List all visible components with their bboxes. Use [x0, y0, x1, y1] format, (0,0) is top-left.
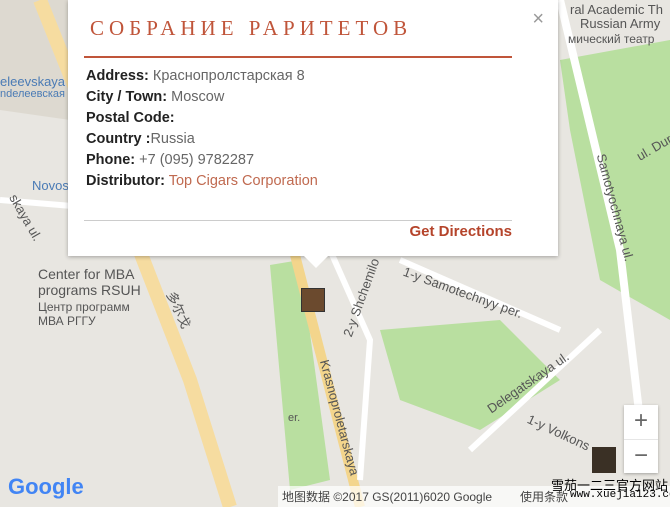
info-window: СОБРАНИЕ РАРИТЕТОВ × Address: Краснопрол…: [68, 0, 558, 268]
map-label: мический театр: [568, 32, 655, 46]
map-label: er.: [288, 412, 301, 424]
divider: [84, 56, 512, 58]
map-label: Novos: [32, 178, 69, 193]
map-label: Центр программ: [38, 300, 130, 314]
map-label: ndелеевская: [0, 88, 65, 100]
zoom-out-button[interactable]: −: [624, 440, 658, 474]
postal-row: Postal Code:: [86, 110, 175, 126]
get-directions-link[interactable]: Get Directions: [409, 223, 512, 240]
zoom-in-button[interactable]: +: [624, 405, 658, 440]
map-label: Russian Army: [580, 16, 661, 31]
watermark-url: www.xuejia123.com: [570, 489, 670, 501]
phone-row: Phone: +7 (095) 9782287: [86, 152, 255, 168]
store-marker[interactable]: [301, 288, 325, 312]
distributor-row: Distributor: Top Cigars Corporation: [86, 173, 318, 189]
close-icon[interactable]: ×: [532, 8, 544, 31]
google-logo: Google: [8, 474, 84, 499]
attribution: 地图数据 ©2017 GS(2011)6020 Google: [282, 490, 493, 504]
city-row: City / Town: Moscow: [86, 89, 225, 105]
map-label: Center for MBA: [38, 266, 135, 282]
map-label: ral Academic Th: [570, 2, 663, 17]
divider: [84, 220, 512, 221]
country-row: Country :Russia: [86, 131, 195, 147]
distributor-link[interactable]: Top Cigars Corporation: [169, 173, 318, 189]
map-label: programs RSUH: [38, 282, 141, 298]
zoom-control: + −: [624, 405, 658, 473]
store-title: СОБРАНИЕ РАРИТЕТОВ: [90, 16, 413, 40]
address-row: Address: Краснопролстарская 8: [86, 68, 305, 84]
watermark-logo: [592, 447, 616, 473]
map-label: МВА РГГУ: [38, 314, 96, 328]
map[interactable]: ral Academic Th Russian Army мический те…: [0, 0, 670, 507]
map-label: eleevskaya: [0, 74, 66, 89]
